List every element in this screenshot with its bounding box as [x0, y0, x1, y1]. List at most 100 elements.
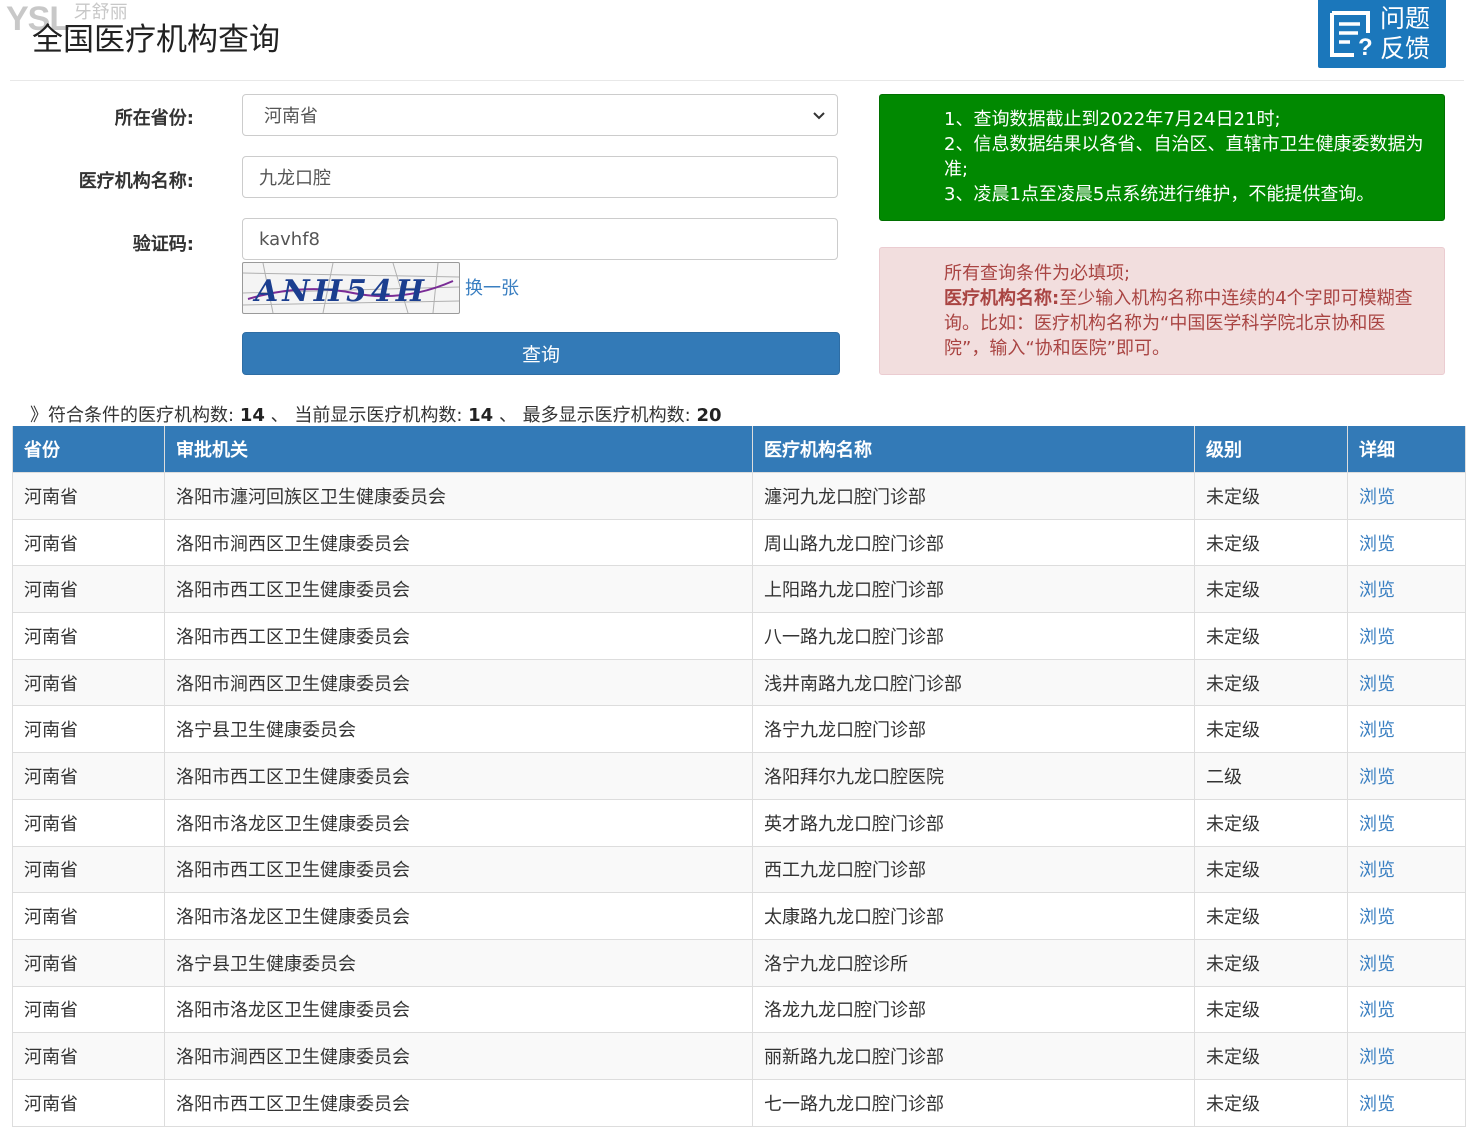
- cell-province: 河南省: [12, 1078, 165, 1127]
- feedback-button[interactable]: ? 问题 反馈: [1318, 0, 1446, 68]
- cell-province: 河南省: [12, 705, 165, 754]
- cell-institution: 洛宁九龙口腔门诊部: [752, 705, 1195, 754]
- province-select[interactable]: 河南省: [242, 94, 838, 136]
- feedback-icon: ?: [1330, 11, 1373, 59]
- cell-institution: 浅井南路九龙口腔门诊部: [752, 658, 1195, 707]
- cell-level: 二级: [1194, 752, 1348, 800]
- captcha-input[interactable]: kavhf8: [242, 218, 838, 260]
- chevron-down-icon: [813, 112, 825, 120]
- cell-authority: 洛阳市洛龙区卫生健康委员会: [164, 892, 753, 940]
- info-line-1: 1、查询数据截止到2022年7月24日21时;: [944, 109, 1281, 130]
- svg-text:ANH54H: ANH54H: [252, 274, 428, 309]
- cell-province: 河南省: [12, 518, 165, 567]
- view-detail-link[interactable]: 浏览: [1347, 1032, 1466, 1080]
- cell-province: 河南省: [12, 938, 165, 987]
- cell-level: 未定级: [1194, 1078, 1348, 1127]
- cell-province: 河南省: [12, 798, 165, 847]
- cell-province: 河南省: [12, 612, 165, 660]
- view-detail-link[interactable]: 浏览: [1347, 518, 1466, 567]
- table-row: 河南省 洛阳市西工区卫生健康委员会 上阳路九龙口腔门诊部 未定级 浏览: [12, 565, 1466, 614]
- cell-level: 未定级: [1194, 565, 1348, 614]
- table-row: 河南省 洛宁县卫生健康委员会 洛宁九龙口腔门诊部 未定级 浏览: [12, 705, 1466, 754]
- col-header-level: 级别: [1194, 426, 1348, 473]
- refresh-captcha-link[interactable]: 换一张: [465, 274, 519, 300]
- view-detail-link[interactable]: 浏览: [1347, 798, 1466, 847]
- cell-institution: 周山路九龙口腔门诊部: [752, 518, 1195, 567]
- page-title: 全国医疗机构查询: [32, 22, 280, 58]
- table-row: 河南省 洛阳市西工区卫生健康委员会 八一路九龙口腔门诊部 未定级 浏览: [12, 612, 1466, 660]
- cell-level: 未定级: [1194, 705, 1348, 754]
- view-detail-link[interactable]: 浏览: [1347, 612, 1466, 660]
- cell-province: 河南省: [12, 472, 165, 520]
- view-detail-link[interactable]: 浏览: [1347, 938, 1466, 987]
- cell-authority: 洛阳市涧西区卫生健康委员会: [164, 1032, 753, 1080]
- view-detail-link[interactable]: 浏览: [1347, 985, 1466, 1034]
- cell-authority: 洛宁县卫生健康委员会: [164, 705, 753, 754]
- cell-authority: 洛阳市西工区卫生健康委员会: [164, 752, 753, 800]
- table-header-row: 省份 审批机关 医疗机构名称 级别 详细: [12, 426, 1466, 473]
- captcha-image[interactable]: ANH54H: [242, 262, 460, 314]
- table-row: 河南省 洛阳市洛龙区卫生健康委员会 洛龙九龙口腔门诊部 未定级 浏览: [12, 985, 1466, 1034]
- cell-institution: 洛宁九龙口腔诊所: [752, 938, 1195, 987]
- view-detail-link[interactable]: 浏览: [1347, 752, 1466, 800]
- cell-level: 未定级: [1194, 798, 1348, 847]
- cell-level: 未定级: [1194, 1032, 1348, 1080]
- captcha-label: 验证码:: [132, 234, 194, 255]
- view-detail-link[interactable]: 浏览: [1347, 565, 1466, 614]
- cell-authority: 洛阳市西工区卫生健康委员会: [164, 565, 753, 614]
- cell-institution: 丽新路九龙口腔门诊部: [752, 1032, 1195, 1080]
- cell-level: 未定级: [1194, 845, 1348, 894]
- query-button[interactable]: 查询: [242, 332, 840, 375]
- institution-name-label: 医疗机构名称:: [78, 171, 194, 192]
- result-summary: 》符合条件的医疗机构数: 14 、 当前显示医疗机构数: 14 、 最多显示医疗…: [30, 405, 722, 426]
- feedback-label: 问题 反馈: [1380, 4, 1431, 63]
- table-row: 河南省 洛阳市涧西区卫生健康委员会 浅井南路九龙口腔门诊部 未定级 浏览: [12, 658, 1466, 707]
- cell-level: 未定级: [1194, 985, 1348, 1034]
- cell-authority: 洛阳市涧西区卫生健康委员会: [164, 658, 753, 707]
- view-detail-link[interactable]: 浏览: [1347, 472, 1466, 520]
- institution-name-input[interactable]: 九龙口腔: [242, 156, 838, 198]
- cell-institution: 洛龙九龙口腔门诊部: [752, 985, 1195, 1034]
- max-count: 20: [696, 405, 722, 426]
- cell-province: 河南省: [12, 892, 165, 940]
- cell-authority: 洛阳市西工区卫生健康委员会: [164, 612, 753, 660]
- cell-authority: 洛阳市洛龙区卫生健康委员会: [164, 798, 753, 847]
- cell-province: 河南省: [12, 752, 165, 800]
- view-detail-link[interactable]: 浏览: [1347, 845, 1466, 894]
- requirement-notice: 所有查询条件为必填项; 医疗机构名称:至少输入机构名称中连续的4个字即可模糊查询…: [879, 247, 1445, 375]
- view-detail-link[interactable]: 浏览: [1347, 1078, 1466, 1127]
- col-header-institution: 医疗机构名称: [752, 426, 1195, 473]
- cell-province: 河南省: [12, 658, 165, 707]
- shown-count: 14: [468, 405, 494, 426]
- cell-level: 未定级: [1194, 658, 1348, 707]
- view-detail-link[interactable]: 浏览: [1347, 705, 1466, 754]
- cell-level: 未定级: [1194, 612, 1348, 660]
- cell-institution: 八一路九龙口腔门诊部: [752, 612, 1195, 660]
- view-detail-link[interactable]: 浏览: [1347, 658, 1466, 707]
- col-header-province: 省份: [12, 426, 165, 473]
- col-header-authority: 审批机关: [164, 426, 753, 473]
- cell-institution: 上阳路九龙口腔门诊部: [752, 565, 1195, 614]
- cell-authority: 洛阳市西工区卫生健康委员会: [164, 1078, 753, 1127]
- cell-level: 未定级: [1194, 518, 1348, 567]
- table-row: 河南省 洛阳市洛龙区卫生健康委员会 太康路九龙口腔门诊部 未定级 浏览: [12, 892, 1466, 940]
- results-table: 省份 审批机关 医疗机构名称 级别 详细 河南省 洛阳市瀍河回族区卫生健康委员会瀍…: [12, 426, 1466, 1127]
- table-row: 河南省 洛阳市西工区卫生健康委员会 七一路九龙口腔门诊部 未定级 浏览: [12, 1078, 1466, 1127]
- cell-authority: 洛阳市瀍河回族区卫生健康委员会: [164, 472, 753, 520]
- cell-authority: 洛宁县卫生健康委员会: [164, 938, 753, 987]
- cell-province: 河南省: [12, 985, 165, 1034]
- cell-authority: 洛阳市西工区卫生健康委员会: [164, 845, 753, 894]
- header-divider: [10, 80, 1464, 81]
- svg-text:?: ?: [1358, 34, 1373, 59]
- cell-province: 河南省: [12, 1032, 165, 1080]
- province-select-value: 河南省: [264, 106, 318, 127]
- view-detail-link[interactable]: 浏览: [1347, 892, 1466, 940]
- cell-institution: 洛阳拜尔九龙口腔医院: [752, 752, 1195, 800]
- info-notice: 1、查询数据截止到2022年7月24日21时; 2、信息数据结果以各省、自治区、…: [879, 94, 1445, 221]
- institution-name-value: 九龙口腔: [259, 168, 331, 189]
- cell-institution: 西工九龙口腔门诊部: [752, 845, 1195, 894]
- captcha-input-value: kavhf8: [259, 228, 320, 250]
- table-row: 河南省 洛阳市瀍河回族区卫生健康委员会 瀍河九龙口腔门诊部 未定级 浏览: [12, 472, 1466, 520]
- province-label: 所在省份:: [114, 108, 194, 129]
- matched-count: 14: [239, 405, 265, 426]
